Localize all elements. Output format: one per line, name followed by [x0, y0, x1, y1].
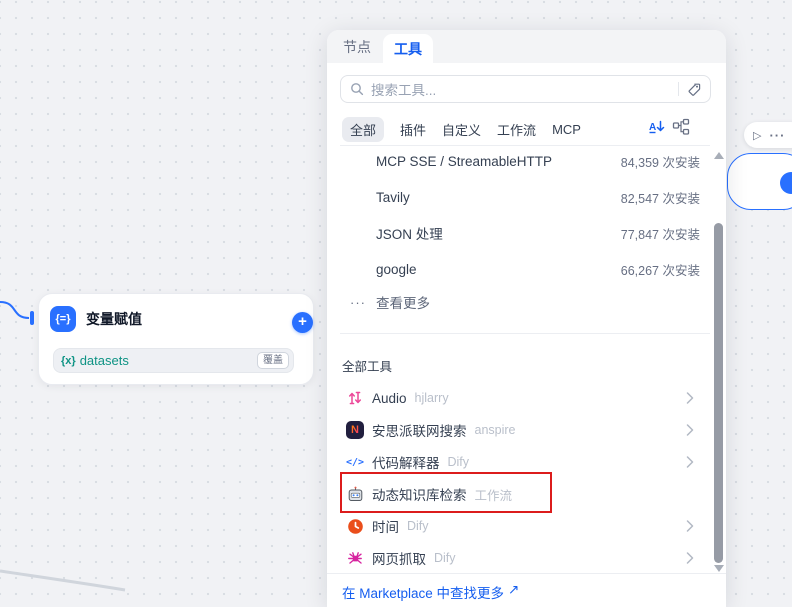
chevron-right-icon: [686, 520, 694, 532]
search-divider: [678, 82, 679, 96]
divider: [327, 573, 726, 574]
anspire-n-icon: N: [346, 421, 364, 439]
tool-author: Dify: [448, 455, 470, 469]
tree-view-icon[interactable]: [672, 118, 690, 136]
tool-row[interactable]: 网页抓取 Dify: [340, 542, 700, 574]
tool-name: 时间: [372, 516, 399, 536]
scroll-up-arrow[interactable]: [714, 152, 724, 159]
chevron-right-icon: [686, 392, 694, 404]
tool-row[interactable]: </> 代码解释器 Dify: [340, 446, 700, 478]
audio-swap-icon: [346, 389, 364, 407]
marketplace-link[interactable]: 在 Marketplace 中查找更多 ↗: [342, 582, 519, 602]
tools-panel: 节点 工具 搜索工具... 全部插件自定义工作流MCP A MCP SSE / …: [327, 30, 726, 607]
tool-author: hjlarry: [415, 391, 449, 405]
scrollbar-thumb[interactable]: [714, 223, 723, 563]
tool-name: google: [376, 262, 417, 277]
tag-filter-icon[interactable]: [687, 82, 702, 97]
install-count: 77,847 次安装: [621, 224, 700, 243]
tool-row[interactable]: N 安思派联网搜索 anspire: [340, 414, 700, 446]
external-arrow-icon: ↗: [508, 582, 519, 602]
tool-row[interactable]: 动态知识库检索工作流: [340, 478, 700, 510]
filter-chip[interactable]: 自定义: [442, 117, 481, 142]
robot-icon: [346, 485, 364, 503]
chevron-right-icon: [686, 424, 694, 436]
view-more-button[interactable]: ··· 查看更多: [340, 288, 430, 316]
tool-author: Dify: [434, 551, 456, 565]
node-mini-toolbar[interactable]: ▷ ···: [744, 122, 792, 148]
svg-text:A: A: [649, 122, 656, 133]
write-mode-badge: 覆盖: [257, 352, 289, 369]
divider: [340, 333, 710, 334]
clock-icon: [346, 517, 364, 535]
tool-author: Dify: [407, 519, 429, 533]
popular-tool-row[interactable]: google 66,267 次安装: [340, 251, 700, 287]
tool-name: 网页抓取: [372, 548, 426, 568]
variable-icon: {x}: [61, 355, 76, 367]
more-options-icon[interactable]: ···: [769, 128, 785, 143]
panel-tabbar: 节点 工具: [327, 30, 726, 63]
tool-name: JSON 处理: [376, 223, 443, 243]
tab-nodes[interactable]: 节点: [342, 30, 372, 63]
chevron-right-icon: [686, 456, 694, 468]
tool-author: anspire: [475, 423, 516, 437]
popular-tool-row[interactable]: Tavily 82,547 次安装: [340, 179, 700, 215]
popular-tools-list: MCP SSE / StreamableHTTP 84,359 次安装 Tavily…: [340, 143, 700, 287]
tool-name: Tavily: [376, 190, 410, 205]
filter-chips: 全部插件自定义工作流 MCP: [342, 118, 581, 140]
add-next-node-button[interactable]: +: [292, 312, 313, 333]
popular-tool-row[interactable]: JSON 处理 77,847 次安装: [340, 215, 700, 251]
chevron-right-icon: [686, 552, 694, 564]
tool-name: 代码解释器: [372, 452, 440, 472]
tool-author: 工作流: [475, 485, 513, 504]
install-count: 82,547 次安装: [621, 188, 700, 207]
tool-name: Audio: [372, 391, 407, 406]
code-icon: </>: [346, 453, 364, 471]
search-input[interactable]: 搜索工具...: [340, 75, 711, 103]
assigned-variable-field[interactable]: {x} datasets 覆盖: [53, 348, 294, 373]
node-title: 变量赋值: [86, 309, 142, 329]
variable-assigner-node[interactable]: {=} 变量赋值 + {x} datasets 覆盖: [38, 293, 314, 385]
search-icon: [350, 82, 364, 96]
section-title: 全部工具: [342, 356, 392, 375]
variable-name: datasets: [80, 353, 257, 368]
variable-assigner-icon: {=}: [50, 306, 76, 332]
spider-icon: [346, 549, 364, 567]
search-placeholder: 搜索工具...: [371, 79, 678, 99]
tool-name: 安思派联网搜索: [372, 420, 467, 440]
tool-name: 动态知识库检索: [372, 484, 467, 504]
tab-tools[interactable]: 工具: [383, 34, 433, 63]
all-tools-list: Audio hjlarry N 安思派联网搜索 anspire </> 代码解释器 Dify 动…: [340, 382, 700, 574]
filter-chip[interactable]: 插件: [400, 117, 426, 142]
ellipsis-icon: ···: [350, 295, 376, 310]
filter-chip[interactable]: 工作流: [497, 117, 536, 142]
install-count: 66,267 次安装: [621, 260, 700, 279]
filter-chip[interactable]: MCP: [552, 119, 581, 140]
tool-row[interactable]: 时间 Dify: [340, 510, 700, 542]
popular-tool-row[interactable]: MCP SSE / StreamableHTTP 84,359 次安装: [340, 143, 700, 179]
filter-chip[interactable]: 全部: [342, 117, 384, 142]
tool-row[interactable]: Audio hjlarry: [340, 382, 700, 414]
tool-name: MCP SSE / StreamableHTTP: [376, 154, 552, 169]
install-count: 84,359 次安装: [621, 152, 700, 171]
scroll-down-arrow[interactable]: [714, 565, 724, 572]
play-icon[interactable]: ▷: [753, 129, 761, 142]
sort-alpha-icon[interactable]: A: [646, 117, 666, 137]
